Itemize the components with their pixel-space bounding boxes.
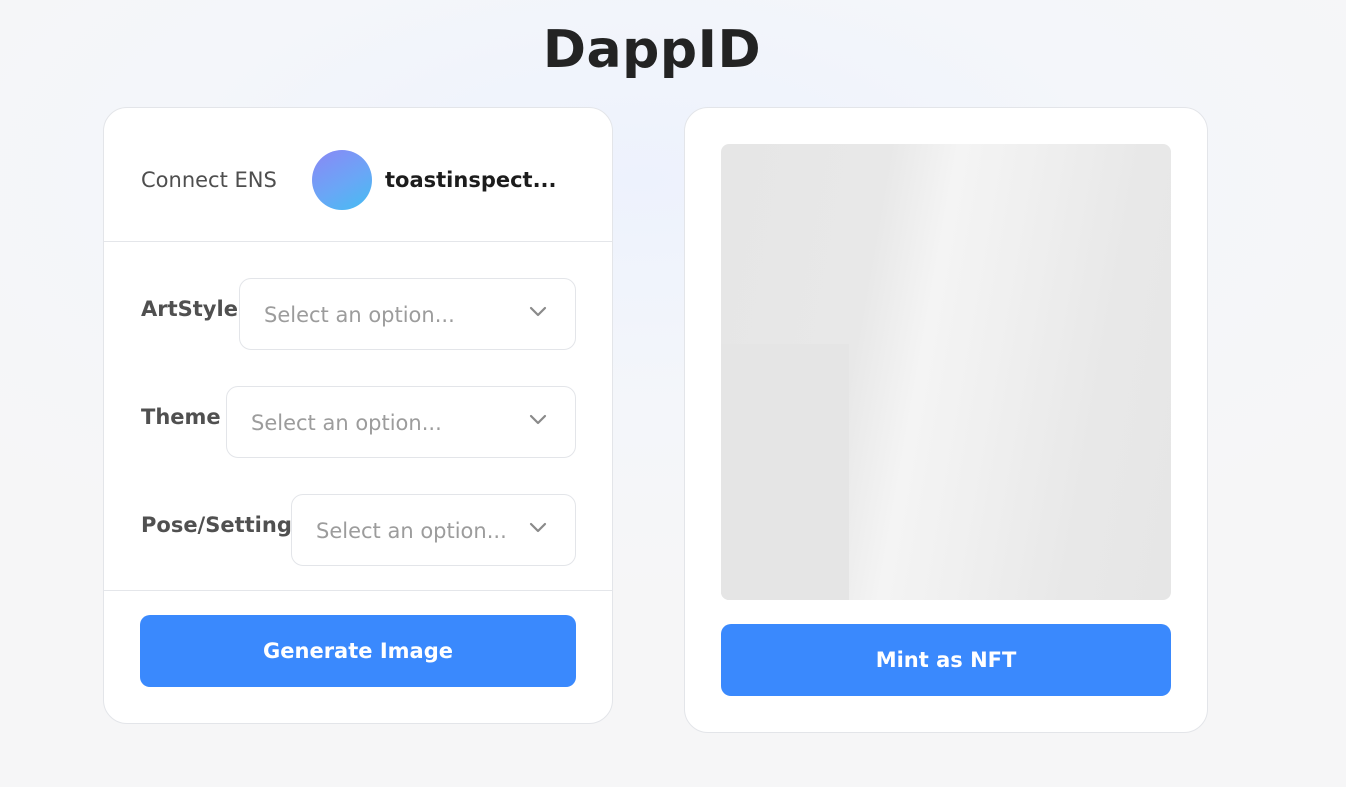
pose-setting-label: Pose/Setting xyxy=(141,513,292,537)
chevron-down-icon xyxy=(529,306,547,317)
divider xyxy=(104,590,612,591)
ens-name[interactable]: toastinspect... xyxy=(385,168,557,192)
artstyle-select[interactable]: Select an option... xyxy=(239,278,576,350)
generate-image-button[interactable]: Generate Image xyxy=(140,615,576,687)
connect-ens-label: Connect ENS xyxy=(141,168,277,192)
preview-skeleton-shade xyxy=(721,344,849,600)
ens-connect-row: Connect ENS toastinspect... xyxy=(104,108,612,242)
theme-select[interactable]: Select an option... xyxy=(226,386,576,458)
page-title: DappID xyxy=(542,20,762,80)
pose-setting-select-placeholder: Select an option... xyxy=(316,519,507,543)
preview-card: Mint as NFT xyxy=(684,107,1208,733)
avatar[interactable] xyxy=(312,150,372,210)
theme-label: Theme xyxy=(141,405,221,429)
theme-select-placeholder: Select an option... xyxy=(251,411,442,435)
generator-card: Connect ENS toastinspect... ArtStyle Sel… xyxy=(103,107,613,724)
pose-setting-select[interactable]: Select an option... xyxy=(291,494,576,566)
image-preview-placeholder xyxy=(721,144,1171,600)
chevron-down-icon xyxy=(529,414,547,425)
artstyle-select-placeholder: Select an option... xyxy=(264,303,455,327)
artstyle-label: ArtStyle xyxy=(141,297,238,321)
chevron-down-icon xyxy=(529,522,547,533)
mint-nft-button[interactable]: Mint as NFT xyxy=(721,624,1171,696)
